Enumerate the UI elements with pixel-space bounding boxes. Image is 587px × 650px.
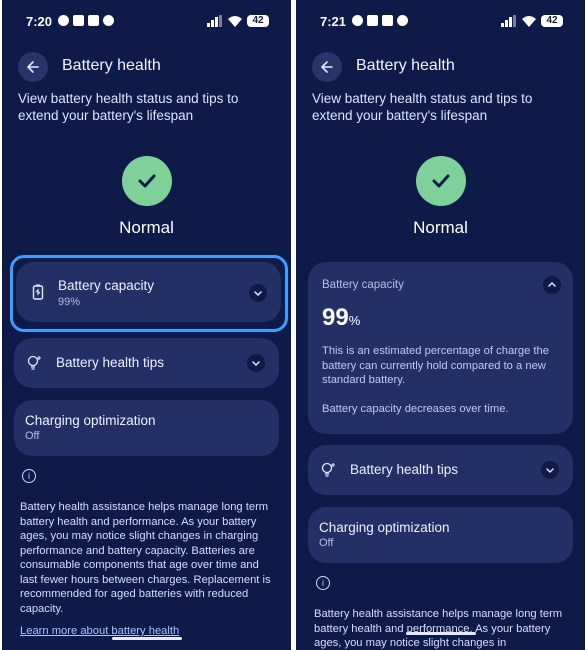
wifi-icon xyxy=(228,16,242,27)
page-header: Battery health xyxy=(18,52,275,82)
charging-optimization-card[interactable]: Charging optimization Off xyxy=(14,400,279,456)
battery-level-indicator: 42 xyxy=(247,15,269,27)
check-icon xyxy=(138,174,155,188)
messenger-icon xyxy=(397,15,408,26)
status-bar: 7:20 42 xyxy=(20,12,273,32)
health-status-badge xyxy=(121,156,172,206)
battery-level-indicator: 42 xyxy=(541,15,563,27)
expand-toggle[interactable] xyxy=(249,284,267,302)
battery-health-info-text: Battery health assistance helps manage l… xyxy=(314,608,563,649)
whatsapp-icon xyxy=(352,15,363,26)
battery-capacity-value: 99% xyxy=(322,304,360,332)
battery-health-info-text: Battery health assistance helps manage l… xyxy=(20,501,271,615)
youtube-icon xyxy=(382,15,393,26)
page-title: Battery health xyxy=(356,57,455,74)
back-arrow-icon xyxy=(321,61,333,73)
system-icons: 42 xyxy=(501,15,563,27)
battery-capacity-card-expanded[interactable]: Battery capacity 99% This is an estimate… xyxy=(308,262,573,434)
status-time: 7:21 xyxy=(320,14,347,29)
capacity-unit: % xyxy=(348,313,361,328)
charging-optimization-value: Off xyxy=(319,537,334,549)
page-title: Battery health xyxy=(62,57,161,74)
notification-icons xyxy=(352,15,408,26)
home-indicator[interactable] xyxy=(406,632,476,635)
chevron-down-icon xyxy=(546,468,554,474)
phone-screen-right: 7:21 42 Battery health View battery heal… xyxy=(296,0,585,650)
battery-tips-card[interactable]: Battery health tips xyxy=(308,445,573,495)
chevron-down-icon xyxy=(252,361,260,367)
signal-icon xyxy=(207,15,222,27)
home-indicator[interactable] xyxy=(112,637,182,640)
charging-optimization-title: Charging optimization xyxy=(25,413,156,428)
charging-optimization-value: Off xyxy=(25,430,40,442)
linkedin-icon xyxy=(73,15,84,26)
back-button[interactable] xyxy=(18,52,48,82)
lightbulb-icon xyxy=(27,355,41,370)
battery-capacity-description: This is an estimated percentage of charg… xyxy=(322,345,549,386)
status-time: 7:20 xyxy=(26,14,53,29)
check-icon xyxy=(432,174,449,188)
expand-toggle[interactable] xyxy=(541,461,559,479)
whatsapp-icon xyxy=(58,15,69,26)
back-button[interactable] xyxy=(312,52,342,82)
health-status-text: Normal xyxy=(413,218,468,237)
expand-toggle[interactable] xyxy=(247,354,265,372)
battery-tips-title: Battery health tips xyxy=(56,355,165,370)
lightbulb-icon xyxy=(321,462,335,477)
collapse-toggle[interactable] xyxy=(543,276,561,294)
battery-tips-card[interactable]: Battery health tips xyxy=(14,338,279,388)
health-status-text: Normal xyxy=(119,218,174,237)
wifi-icon xyxy=(522,16,536,27)
youtube-icon xyxy=(88,15,99,26)
notification-icons xyxy=(58,15,114,26)
battery-tips-title: Battery health tips xyxy=(350,462,459,477)
capacity-number: 99 xyxy=(322,304,349,331)
messenger-icon xyxy=(103,15,114,26)
page-subtitle: View battery health status and tips to e… xyxy=(18,91,239,123)
back-arrow-icon xyxy=(27,61,39,73)
page-header: Battery health xyxy=(312,52,569,82)
chevron-up-icon xyxy=(548,281,556,287)
learn-more-link[interactable]: Learn more about battery health xyxy=(20,625,179,637)
linkedin-icon xyxy=(367,15,378,26)
battery-capacity-title: Battery capacity xyxy=(322,279,404,291)
signal-icon xyxy=(501,15,516,27)
charging-optimization-title: Charging optimization xyxy=(319,520,450,535)
page-subtitle: View battery health status and tips to e… xyxy=(312,91,533,123)
battery-capacity-title: Battery capacity xyxy=(58,278,155,293)
status-bar: 7:21 42 xyxy=(314,12,567,32)
system-icons: 42 xyxy=(207,15,269,27)
battery-sync-icon xyxy=(32,284,44,300)
phone-screen-left: 7:20 42 Battery health View battery heal… xyxy=(2,0,291,650)
battery-capacity-value: 99% xyxy=(58,296,81,308)
chevron-down-icon xyxy=(254,291,262,297)
battery-capacity-note: Battery capacity decreases over time. xyxy=(322,403,509,415)
battery-capacity-card[interactable]: Battery capacity 99% xyxy=(16,262,281,322)
info-icon: i xyxy=(22,469,36,483)
charging-optimization-card[interactable]: Charging optimization Off xyxy=(308,507,573,563)
info-icon: i xyxy=(316,576,330,590)
health-status-badge xyxy=(415,156,466,206)
